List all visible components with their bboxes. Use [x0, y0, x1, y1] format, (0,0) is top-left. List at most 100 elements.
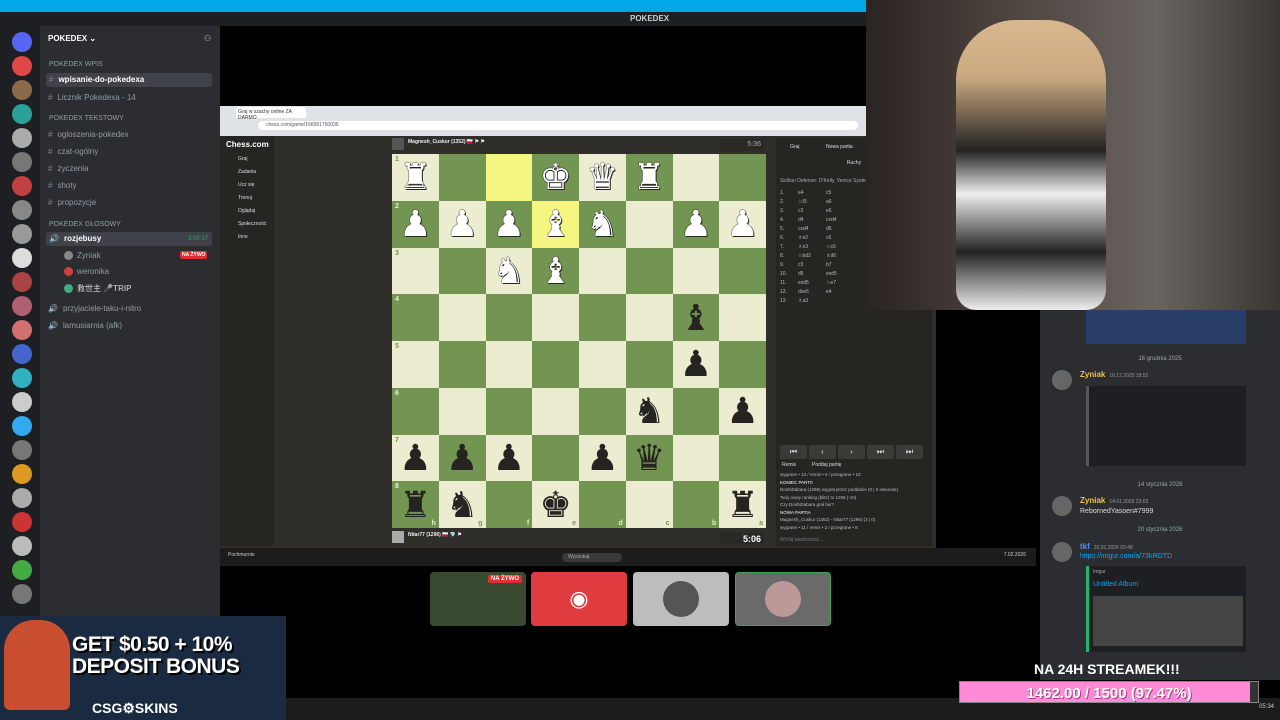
chess-menu-item[interactable]: Społeczność [238, 221, 266, 227]
server-icon[interactable] [12, 128, 32, 148]
category-tekstowy[interactable]: POKEDEX Tekstowy [49, 115, 124, 122]
board-square[interactable]: ♜ [625, 154, 673, 201]
board-square[interactable]: 4 [392, 294, 439, 341]
voice-member[interactable]: 救世主 🎤TRIP [64, 283, 131, 294]
black-queen-piece[interactable]: ♛ [633, 439, 665, 476]
username[interactable]: Zyniak [1080, 370, 1105, 379]
board-square[interactable]: ♟ [672, 200, 720, 248]
move[interactable]: ♘bd2 [798, 253, 811, 259]
board-square[interactable]: e ♚ [532, 481, 579, 528]
move[interactable]: b7 [826, 262, 832, 268]
white-rook-piece[interactable]: ♜ [399, 159, 431, 195]
board-square[interactable] [672, 154, 720, 201]
board-square[interactable]: 6 [392, 387, 439, 435]
move[interactable]: cxd4 [826, 217, 837, 223]
board-square[interactable]: ♛ [625, 434, 673, 482]
board-square[interactable]: 2 ♟ [392, 200, 439, 248]
server-icon[interactable] [12, 320, 32, 340]
board-square[interactable] [625, 341, 673, 388]
embed-title[interactable]: Untitled Album [1093, 581, 1138, 588]
server-icon[interactable] [12, 440, 32, 460]
white-pawn-piece[interactable]: ♟ [726, 206, 758, 242]
board-square[interactable] [625, 294, 673, 341]
player-name[interactable]: Nitar77 (1296) 🇵🇱 💎 ⚑ [408, 532, 462, 538]
move[interactable]: ♗e3 [798, 244, 808, 250]
server-icon[interactable] [12, 80, 32, 100]
server-icon[interactable] [12, 56, 32, 76]
move[interactable]: d5 [798, 271, 804, 277]
next-move-button[interactable]: › [838, 445, 865, 459]
board-square[interactable] [672, 434, 720, 482]
board-square[interactable] [438, 154, 486, 201]
board-square[interactable]: d [579, 481, 626, 528]
board-square[interactable]: ♞ [485, 247, 533, 295]
chess-logo[interactable]: Chess.com [226, 140, 269, 149]
chess-menu-item[interactable]: Graj [238, 156, 247, 162]
black-pawn-piece[interactable]: ♟ [680, 346, 712, 382]
board-square[interactable]: ♝ [672, 294, 720, 341]
board-square[interactable]: a ♜ [719, 481, 766, 528]
move[interactable]: e4 [798, 190, 804, 196]
board-square[interactable] [532, 341, 579, 388]
server-icon[interactable] [12, 32, 32, 52]
message-link[interactable]: https://imgur.com/a/73kROTD [1080, 553, 1172, 560]
board-square[interactable] [719, 247, 766, 295]
move[interactable]: a6 [826, 199, 832, 205]
browser-tab[interactable]: Graj w szachy online ZA DARMO [236, 107, 306, 121]
white-pawn-piece[interactable]: ♟ [446, 206, 478, 242]
server-icon[interactable] [12, 104, 32, 124]
category-wpis[interactable]: POKEDEX Wpis [49, 61, 103, 68]
board-square[interactable] [438, 247, 486, 295]
move[interactable]: c6 [826, 235, 831, 241]
server-icon[interactable] [12, 224, 32, 244]
board-square[interactable]: f [485, 481, 533, 528]
board-square[interactable] [579, 387, 626, 435]
white-king-piece[interactable]: ♚ [539, 159, 571, 195]
board-square[interactable] [485, 387, 533, 435]
move[interactable]: dxe6 [798, 289, 809, 295]
avatar[interactable] [1052, 370, 1072, 390]
board-square[interactable]: ♟ [485, 200, 533, 248]
channel-zyczenia[interactable]: # życzenia [48, 164, 89, 173]
server-icon[interactable] [12, 416, 32, 436]
board-square[interactable]: ♟ [672, 341, 720, 388]
board-square[interactable]: 1 ♜ [392, 154, 439, 201]
board-square[interactable]: ♟ [719, 387, 766, 435]
chess-menu-item[interactable]: Zadania [238, 169, 256, 175]
board-square[interactable]: g ♞ [438, 481, 486, 528]
board-square[interactable] [532, 294, 579, 341]
server-icon[interactable] [12, 176, 32, 196]
chess-chat-input[interactable]: Wyślij wiadomość... [780, 537, 824, 543]
black-pawn-piece[interactable]: ♟ [493, 439, 525, 476]
white-pawn-piece[interactable]: ♟ [493, 206, 525, 242]
first-move-button[interactable]: ⏮ [780, 445, 807, 459]
board-square[interactable] [579, 247, 626, 295]
board-square[interactable]: ♞ [579, 200, 626, 248]
channel-shoty[interactable]: # shoty [48, 181, 77, 190]
white-bishop-piece[interactable]: ♝ [539, 252, 571, 289]
server-icon[interactable] [12, 536, 32, 556]
channel-wpisanie[interactable]: # wpisanie-do-pokedexa [46, 73, 212, 87]
board-square[interactable] [532, 387, 579, 435]
move[interactable]: e4 [826, 289, 832, 295]
address-bar[interactable]: chess.com/game/166581750035 [258, 121, 858, 130]
white-pawn-piece[interactable]: ♟ [399, 206, 431, 242]
white-knight-piece[interactable]: ♞ [493, 252, 525, 289]
board-square[interactable]: ♟ [719, 200, 766, 248]
channel-ogloszenia[interactable]: # ogloszenia-pokedex [48, 130, 129, 139]
board-square[interactable] [719, 341, 766, 388]
server-icon[interactable] [12, 392, 32, 412]
board-square[interactable] [719, 434, 766, 482]
username[interactable]: tkf [1080, 542, 1090, 551]
avatar[interactable] [1052, 496, 1072, 516]
voice-member[interactable]: weronika [64, 267, 109, 277]
server-icon[interactable] [12, 248, 32, 268]
black-rook-piece[interactable]: ♜ [399, 486, 431, 523]
board-square[interactable]: ♞ [625, 387, 673, 435]
server-icon[interactable] [12, 272, 32, 292]
move[interactable]: ♗d6 [826, 253, 836, 259]
board-square[interactable] [438, 341, 486, 388]
taskbar-search[interactable]: Wyszukaj [562, 553, 622, 562]
white-queen-piece[interactable]: ♛ [586, 159, 618, 195]
add-friend-icon[interactable]: ⚇ [204, 34, 211, 43]
